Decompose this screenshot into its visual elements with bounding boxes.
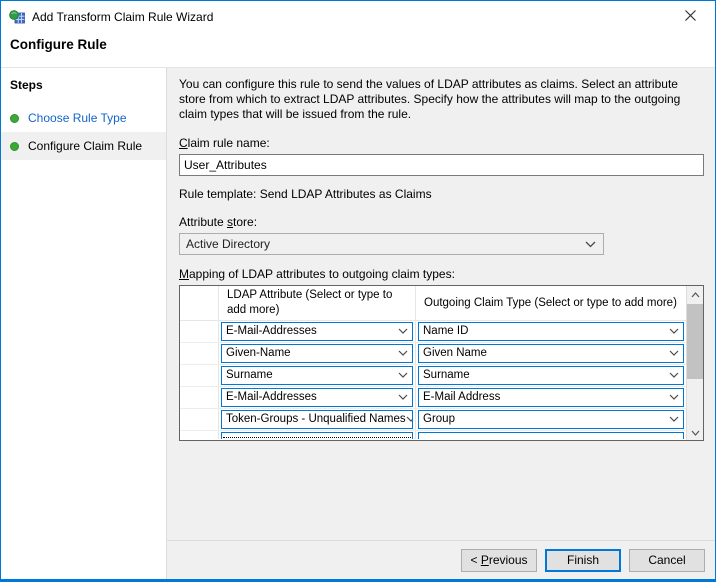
scrollbar-thumb[interactable] (687, 304, 703, 380)
claim-rule-name-input[interactable] (179, 154, 704, 176)
attribute-store-label: Attribute store: (179, 215, 704, 229)
table-row: E-Mail-Addresses Name ID (180, 321, 686, 343)
title-bar: Add Transform Claim Rule Wizard (1, 1, 715, 33)
outgoing-claim-combobox[interactable]: Surname (418, 366, 684, 385)
main-panel: You can configure this rule to send the … (167, 68, 715, 579)
chevron-down-icon (398, 347, 408, 359)
intro-text: You can configure this rule to send the … (179, 77, 704, 123)
ldap-attribute-column-header: LDAP Attribute (Select or type to add mo… (218, 286, 415, 320)
scrollbar-track[interactable] (687, 302, 703, 424)
outgoing-claim-combobox[interactable] (418, 432, 684, 439)
row-selector[interactable] (180, 321, 218, 342)
page-header: Configure Rule (1, 33, 715, 68)
row-selector[interactable] (180, 387, 218, 408)
chevron-down-icon (669, 369, 679, 381)
mapping-label: Mapping of LDAP attributes to outgoing c… (179, 267, 704, 281)
close-icon (685, 8, 696, 26)
row-selector[interactable] (180, 365, 218, 386)
chevron-down-icon (669, 325, 679, 337)
chevron-down-icon (585, 237, 596, 251)
cancel-button[interactable]: Cancel (629, 549, 705, 572)
outgoing-claim-combobox[interactable]: E-Mail Address (418, 388, 684, 407)
ldap-attribute-combobox[interactable]: E-Mail-Addresses (221, 322, 413, 341)
chevron-down-icon (669, 347, 679, 359)
chevron-down-icon (406, 413, 413, 425)
outgoing-claim-combobox[interactable]: Given Name (418, 344, 684, 363)
row-selector-header (180, 286, 218, 320)
outgoing-claim-combobox[interactable]: Group (418, 410, 684, 429)
claim-rule-name-label: Claim rule name: (179, 136, 704, 150)
chevron-down-icon (691, 423, 700, 441)
ldap-attribute-combobox[interactable]: Given-Name (221, 344, 413, 363)
chevron-up-icon (691, 285, 700, 303)
table-row: Token-Groups - Unqualified Names Group (180, 409, 686, 431)
chevron-down-icon (669, 391, 679, 403)
outgoing-claim-column-header: Outgoing Claim Type (Select or type to a… (415, 286, 686, 320)
steps-title: Steps (1, 75, 166, 104)
row-selector[interactable] (180, 343, 218, 364)
scrollbar-down-button[interactable] (687, 424, 703, 440)
row-selector[interactable] (180, 409, 218, 430)
step-bullet-icon (10, 142, 19, 151)
ldap-attribute-combobox[interactable]: E-Mail-Addresses (221, 388, 413, 407)
table-row: E-Mail-Addresses E-Mail Address (180, 387, 686, 409)
chevron-down-icon (669, 413, 679, 425)
sidebar-item-configure-claim-rule[interactable]: Configure Claim Rule (1, 132, 166, 160)
close-button[interactable] (673, 1, 707, 33)
steps-sidebar: Steps Choose Rule Type Configure Claim R… (1, 68, 167, 579)
step-label: Choose Rule Type (28, 111, 127, 125)
page-title: Configure Rule (10, 37, 705, 52)
window-title: Add Transform Claim Rule Wizard (32, 10, 213, 24)
attribute-store-dropdown[interactable]: Active Directory (179, 233, 604, 255)
scrollbar-up-button[interactable] (687, 286, 703, 302)
rule-template-text: Rule template: Send LDAP Attributes as C… (179, 187, 704, 201)
outgoing-claim-combobox[interactable]: Name ID (418, 322, 684, 341)
ldap-attribute-combobox[interactable] (221, 432, 413, 439)
chevron-down-icon (398, 325, 408, 337)
previous-button[interactable]: < Previous (461, 549, 537, 572)
wizard-window: Add Transform Claim Rule Wizard Configur… (0, 0, 716, 582)
chevron-down-icon (398, 369, 408, 381)
mapping-table: LDAP Attribute (Select or type to add mo… (179, 285, 704, 441)
ldap-attribute-combobox[interactable]: Token-Groups - Unqualified Names (221, 410, 413, 429)
table-row: Given-Name Given Name (180, 343, 686, 365)
button-bar: < Previous Finish Cancel (167, 540, 715, 579)
chevron-down-icon (398, 391, 408, 403)
mapping-table-header: LDAP Attribute (Select or type to add mo… (180, 286, 686, 321)
table-row: Surname Surname (180, 365, 686, 387)
step-bullet-icon (10, 114, 19, 123)
table-scrollbar[interactable] (686, 286, 703, 440)
attribute-store-value: Active Directory (186, 237, 270, 251)
step-label: Configure Claim Rule (28, 139, 142, 153)
ldap-attribute-combobox[interactable]: Surname (221, 366, 413, 385)
wizard-icon (9, 9, 25, 25)
finish-button[interactable]: Finish (545, 549, 621, 572)
sidebar-item-choose-rule-type[interactable]: Choose Rule Type (1, 104, 166, 132)
table-row-partial (180, 431, 686, 439)
